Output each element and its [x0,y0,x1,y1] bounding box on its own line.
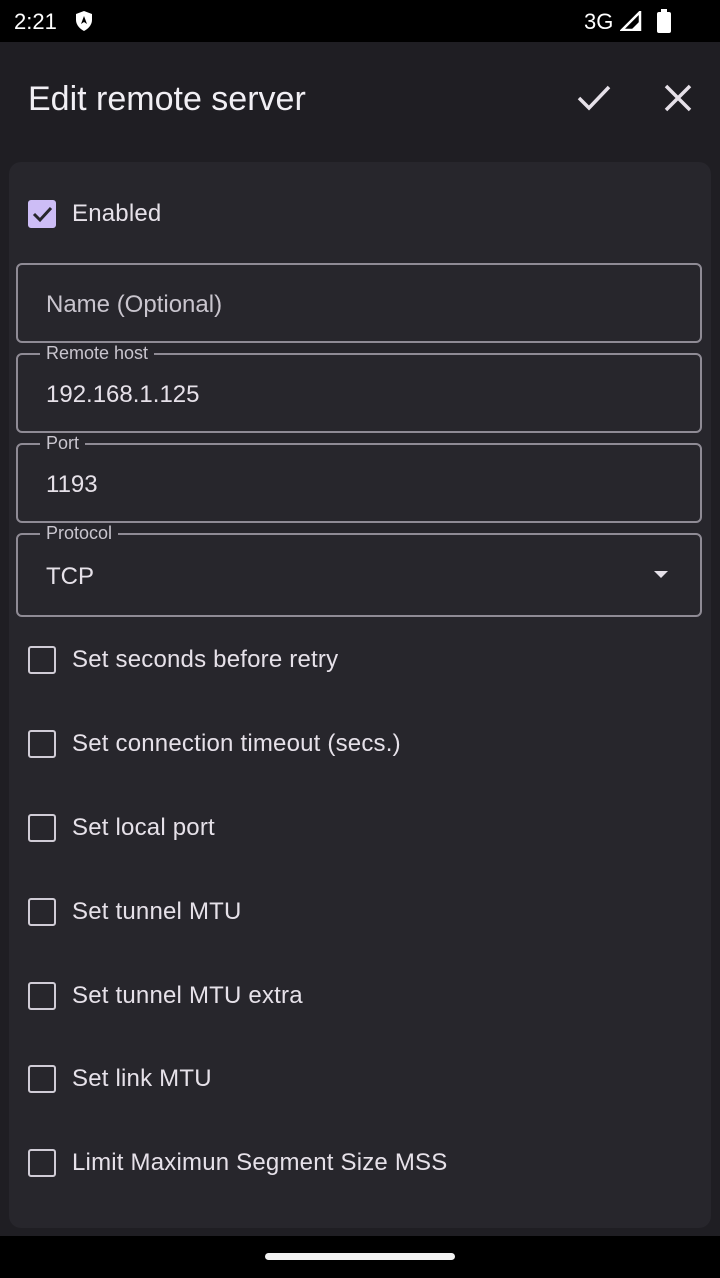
name-placeholder: Name (Optional) [46,291,223,318]
option-limit-mss[interactable]: Limit Maximun Segment Size MSS [28,1145,447,1181]
protocol-value: TCP [46,563,94,590]
enabled-label: Enabled [72,200,162,227]
option-label: Limit Maximun Segment Size MSS [72,1149,448,1176]
port-label: Port [40,433,86,453]
confirm-button[interactable] [574,78,614,118]
check-icon [577,85,611,111]
remote-host-field[interactable]: Remote host 192.168.1.125 [16,343,702,433]
option-checkbox[interactable] [28,1065,56,1093]
signal-icon [618,8,642,37]
option-checkbox[interactable] [28,814,56,842]
close-icon [664,84,692,112]
option-label: Set link MTU [72,1065,212,1092]
option-tunnel-mtu-extra[interactable]: Set tunnel MTU extra [28,978,303,1014]
enabled-checkbox[interactable] [28,200,56,228]
battery-icon [657,9,671,39]
option-checkbox[interactable] [28,982,56,1010]
shield-icon [74,10,94,38]
home-gesture-handle[interactable] [265,1253,455,1260]
option-checkbox[interactable] [28,898,56,926]
page-title: Edit remote server [28,80,306,118]
option-label: Set connection timeout (secs.) [72,730,401,757]
option-link-mtu[interactable]: Set link MTU [28,1061,212,1097]
option-checkbox[interactable] [28,1149,56,1177]
port-field[interactable]: Port 1193 [16,433,702,523]
checkmark-icon [32,206,53,223]
protocol-label: Protocol [40,523,119,543]
option-label: Set local port [72,814,215,841]
status-bar: 2:21 3G [0,0,720,42]
enabled-checkbox-row[interactable]: Enabled [28,196,161,232]
option-label: Set tunnel MTU extra [72,982,303,1009]
option-label: Set seconds before retry [72,646,339,673]
status-time: 2:21 [14,9,57,34]
option-label: Set tunnel MTU [72,898,242,925]
option-seconds-before-retry[interactable]: Set seconds before retry [28,642,338,678]
dropdown-arrow-icon [654,571,668,578]
option-connection-timeout[interactable]: Set connection timeout (secs.) [28,726,401,762]
option-local-port[interactable]: Set local port [28,810,215,846]
network-type: 3G [584,9,614,34]
option-tunnel-mtu[interactable]: Set tunnel MTU [28,894,242,930]
remote-host-value: 192.168.1.125 [46,381,200,408]
remote-host-label: Remote host [40,343,155,363]
name-field[interactable]: Name (Optional) [16,263,702,343]
port-value: 1193 [46,471,98,498]
close-button[interactable] [658,78,698,118]
option-checkbox[interactable] [28,646,56,674]
protocol-dropdown[interactable]: Protocol TCP [16,523,702,617]
option-checkbox[interactable] [28,730,56,758]
